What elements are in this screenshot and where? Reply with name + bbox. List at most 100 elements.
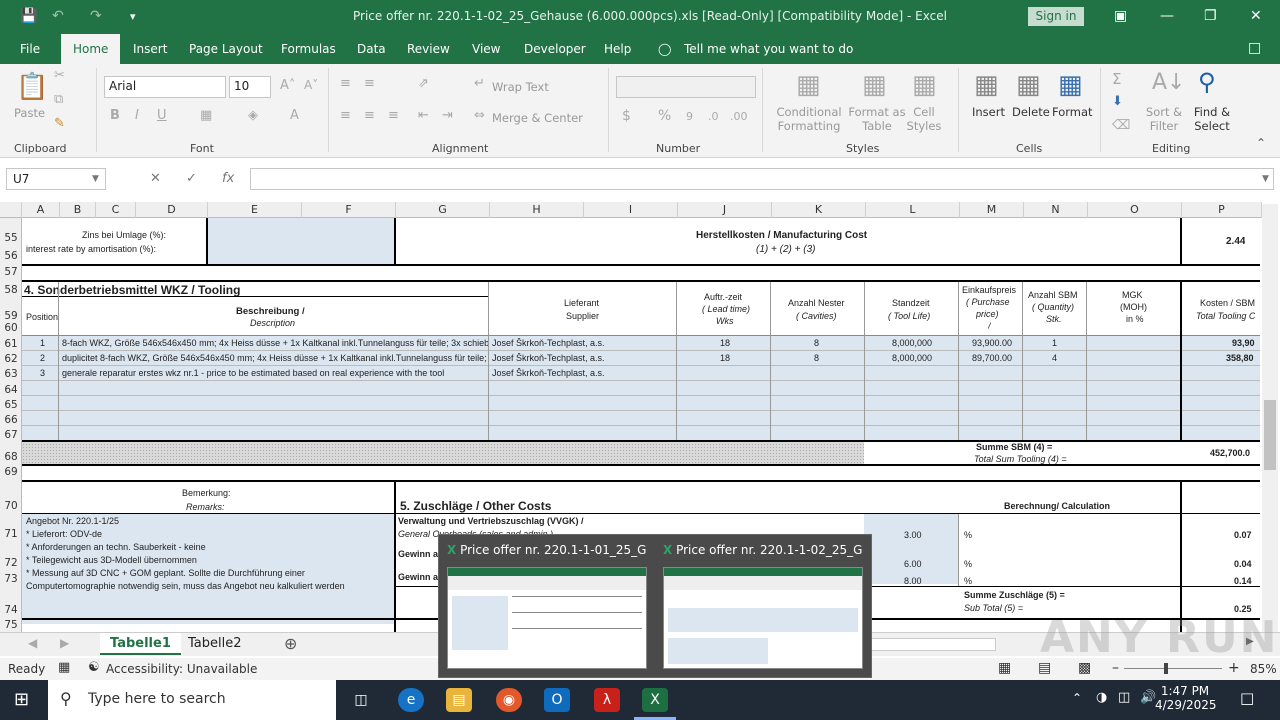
number-format-select[interactable]: [616, 76, 756, 98]
italic-icon[interactable]: I: [135, 108, 139, 123]
cut-icon[interactable]: ✂: [54, 68, 65, 83]
bold-icon[interactable]: B: [110, 108, 120, 123]
row-header[interactable]: 73: [0, 573, 22, 585]
row-header[interactable]: 55: [0, 232, 22, 244]
font-name-select[interactable]: Arial: [104, 76, 226, 98]
save-icon[interactable]: 💾: [20, 8, 37, 24]
format-button[interactable]: Format: [1052, 105, 1093, 119]
wrap-text-button[interactable]: Wrap Text: [492, 80, 549, 94]
paste-button[interactable]: Paste: [14, 106, 45, 120]
name-box[interactable]: U7: [6, 168, 106, 190]
ribbon-display-icon[interactable]: ▣: [1114, 8, 1127, 24]
find-select-button[interactable]: Find & Select: [1190, 105, 1234, 133]
thumbnail-window-2[interactable]: X Price offer nr. 220.1-1-02_25_Ge...: [663, 543, 863, 669]
row-header[interactable]: 60: [0, 322, 22, 334]
column-header[interactable]: E: [208, 202, 302, 218]
task-view-icon[interactable]: ◫: [348, 688, 374, 712]
notification-icon[interactable]: □: [1240, 689, 1254, 707]
zoom-slider-thumb[interactable]: [1164, 663, 1168, 674]
excel-taskbar-icon[interactable]: X: [642, 688, 668, 712]
close-button[interactable]: ✕: [1250, 8, 1262, 24]
row-header[interactable]: 74: [0, 604, 22, 616]
horizontal-scrollbar[interactable]: [860, 638, 996, 651]
enter-icon[interactable]: ✓: [186, 171, 197, 186]
chevron-down-icon[interactable]: ▼: [92, 174, 99, 184]
row-header[interactable]: 64: [0, 384, 22, 396]
tab-file[interactable]: File: [20, 42, 40, 56]
column-header[interactable]: N: [1024, 202, 1088, 218]
tab-insert[interactable]: Insert: [133, 42, 167, 56]
percent-icon[interactable]: %: [658, 108, 671, 124]
format-painter-icon[interactable]: ✎: [54, 116, 65, 131]
column-header[interactable]: J: [678, 202, 772, 218]
normal-view-icon[interactable]: ▦: [998, 660, 1011, 676]
select-all-corner[interactable]: [0, 202, 22, 218]
align-left-icon[interactable]: ≡: [340, 108, 351, 123]
cell-styles-button[interactable]: Cell Styles: [904, 105, 944, 133]
sort-filter-button[interactable]: Sort & Filter: [1144, 105, 1184, 133]
thumbnail-window-1[interactable]: X Price offer nr. 220.1-1-01_25_Ge...: [447, 543, 647, 669]
conditional-formatting-icon[interactable]: ▦: [796, 70, 821, 100]
prev-sheet-icon[interactable]: ◀: [28, 636, 37, 650]
font-size-select[interactable]: 10: [229, 76, 271, 98]
decrease-font-icon[interactable]: A˅: [304, 78, 318, 92]
format-cells-icon[interactable]: ▦: [1058, 70, 1083, 100]
row-header[interactable]: 56: [0, 250, 22, 262]
zoom-slider[interactable]: [1124, 668, 1222, 669]
outlook-icon[interactable]: O: [544, 688, 570, 712]
percentage-inputs[interactable]: [864, 514, 958, 584]
merge-icon[interactable]: ⇔: [474, 108, 485, 123]
column-header[interactable]: K: [772, 202, 866, 218]
row-header[interactable]: 67: [0, 429, 22, 441]
column-header[interactable]: O: [1088, 202, 1182, 218]
comments-icon[interactable]: □: [1248, 40, 1261, 56]
row-header[interactable]: 70: [0, 500, 22, 512]
edge-icon[interactable]: e: [398, 688, 424, 712]
align-top-icon[interactable]: ≡: [340, 76, 351, 91]
fill-color-icon[interactable]: ◈: [248, 108, 258, 123]
tab-data[interactable]: Data: [357, 42, 386, 56]
currency-icon[interactable]: $: [622, 108, 631, 124]
row-header[interactable]: 57: [0, 266, 22, 278]
firefox-icon[interactable]: ◉: [496, 688, 522, 712]
row-header[interactable]: 68: [0, 451, 22, 463]
volume-icon[interactable]: 🔊: [1140, 690, 1156, 705]
vertical-scrollbar[interactable]: [1262, 204, 1278, 632]
decrease-indent-icon[interactable]: ⇤: [418, 108, 429, 123]
row-header[interactable]: 69: [0, 466, 22, 478]
accessibility-icon[interactable]: ☯: [88, 660, 100, 675]
copy-icon[interactable]: ⧉: [54, 92, 63, 107]
network-icon[interactable]: ◑: [1096, 690, 1107, 705]
row-header[interactable]: 71: [0, 528, 22, 540]
column-header[interactable]: B: [60, 202, 96, 218]
row-header[interactable]: 63: [0, 368, 22, 380]
increase-decimal-icon[interactable]: .0: [708, 110, 719, 123]
tab-home[interactable]: Home: [61, 34, 121, 64]
row-header[interactable]: 65: [0, 399, 22, 411]
increase-indent-icon[interactable]: ⇥: [442, 108, 453, 123]
row-header[interactable]: 62: [0, 353, 22, 365]
tab-page-layout[interactable]: Page Layout: [189, 42, 263, 56]
customize-qat-icon[interactable]: ▾: [130, 10, 136, 23]
acrobat-icon[interactable]: λ: [594, 688, 620, 712]
column-header[interactable]: M: [960, 202, 1024, 218]
insert-button[interactable]: Insert: [972, 105, 1005, 119]
row-header[interactable]: 58: [0, 284, 22, 296]
column-header[interactable]: C: [96, 202, 136, 218]
input-cell[interactable]: [208, 218, 396, 264]
tab-view[interactable]: View: [472, 42, 500, 56]
merge-center-button[interactable]: Merge & Center: [492, 111, 583, 125]
cell-styles-icon[interactable]: ▦: [912, 70, 937, 100]
align-middle-icon[interactable]: ≡: [364, 76, 375, 91]
tray-chevron-icon[interactable]: ⌃: [1072, 691, 1082, 705]
fill-icon[interactable]: ⬇: [1112, 94, 1123, 109]
column-header[interactable]: F: [302, 202, 396, 218]
sheet-tab-tabelle1[interactable]: Tabelle1: [100, 633, 181, 655]
row-header[interactable]: 75: [0, 619, 22, 631]
increase-font-icon[interactable]: A˄: [280, 78, 295, 93]
sort-filter-icon[interactable]: A↓: [1152, 70, 1185, 95]
formula-input[interactable]: [250, 168, 1274, 190]
tab-help[interactable]: Help: [604, 42, 631, 56]
column-header[interactable]: H: [490, 202, 584, 218]
clear-icon[interactable]: ⌫: [1112, 118, 1130, 133]
